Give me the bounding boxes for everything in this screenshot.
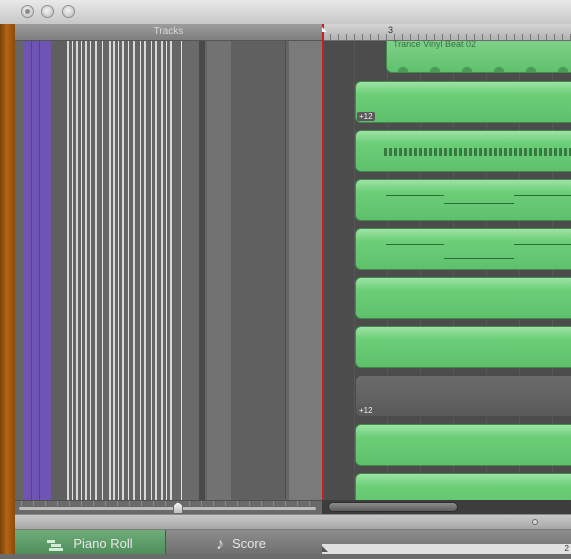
tab-score[interactable]: ♪ Score <box>166 530 316 554</box>
tab-score-label: Score <box>232 536 266 551</box>
track-column-selected[interactable] <box>23 41 51 514</box>
track-stripe <box>76 41 78 514</box>
region-3[interactable] <box>355 179 571 221</box>
region-2[interactable] <box>355 130 571 172</box>
track-stripe <box>151 41 152 514</box>
region-5[interactable] <box>355 277 571 319</box>
track-column[interactable] <box>183 41 199 514</box>
window-titlebar <box>0 0 571 25</box>
track-stripe <box>161 41 163 514</box>
track-stripe <box>144 41 146 514</box>
tracks-header: Tracks <box>15 24 322 41</box>
track-column-divider <box>199 41 205 514</box>
zoom-ticks <box>21 501 316 506</box>
ruler-bar-number: 3 <box>388 25 394 35</box>
timeline-area[interactable]: 3 Trance Vinyl Beat 02 +12 +12 <box>322 24 571 514</box>
playhead[interactable] <box>322 24 327 514</box>
region-1[interactable]: +12 <box>355 81 571 123</box>
region-4[interactable] <box>355 228 571 270</box>
track-stripe <box>102 41 103 514</box>
zoom-icon[interactable] <box>62 5 75 18</box>
track-stripe <box>95 41 97 514</box>
track-stripe <box>118 41 119 514</box>
region-note-line <box>514 244 571 245</box>
region-6[interactable] <box>355 326 571 368</box>
track-stripe <box>90 41 91 514</box>
tab-piano-roll[interactable]: Piano Roll <box>15 530 166 554</box>
window-wood-edge <box>0 24 15 554</box>
region-note-line <box>386 195 444 196</box>
editor-playhead-icon[interactable] <box>322 546 328 552</box>
minimize-icon[interactable] <box>41 5 54 18</box>
editor-ruler[interactable]: 2 <box>322 544 571 554</box>
region-7-empty[interactable]: +12 <box>355 375 571 417</box>
tab-piano-roll-label: Piano Roll <box>73 536 133 551</box>
track-stripe <box>72 41 73 514</box>
track-divider <box>39 41 40 514</box>
track-stripe <box>122 41 124 514</box>
tracks-panel: Tracks <box>15 24 322 514</box>
track-stripe <box>133 41 135 514</box>
region-transpose-badge: +12 <box>357 406 375 415</box>
track-stripe <box>128 41 129 514</box>
region-notes <box>384 148 571 156</box>
tracks-horizontal-scrollbar[interactable] <box>15 500 322 515</box>
close-icon[interactable] <box>21 5 34 18</box>
track-stripe <box>166 41 167 514</box>
region-note-line <box>386 244 444 245</box>
timeline-horizontal-scrollbar[interactable] <box>322 500 571 514</box>
loop-region-waveform <box>387 64 571 72</box>
track-column[interactable] <box>207 41 231 514</box>
region-note-line <box>444 258 514 259</box>
track-stripe <box>170 41 172 514</box>
loop-region-name: Trance Vinyl Beat 02 <box>393 39 477 49</box>
track-divider <box>31 41 32 514</box>
track-stripe <box>113 41 115 514</box>
track-stripe <box>85 41 87 514</box>
track-stripe <box>81 41 82 514</box>
track-divider <box>285 41 286 514</box>
track-stripe <box>140 41 141 514</box>
region-note-line <box>444 203 514 204</box>
region-note-line <box>514 195 571 196</box>
track-stripe <box>67 41 69 514</box>
piano-roll-icon <box>47 539 65 551</box>
track-stripe <box>155 41 157 514</box>
track-stripe <box>109 41 111 514</box>
track-column[interactable] <box>289 41 322 514</box>
zoom-slider-track[interactable] <box>19 507 316 510</box>
region-8[interactable] <box>355 424 571 466</box>
splitter-handle-icon[interactable] <box>532 519 538 525</box>
loop-region[interactable]: Trance Vinyl Beat 02 <box>386 39 571 73</box>
track-column[interactable] <box>231 41 285 514</box>
timeline-scroll-thumb[interactable] <box>328 502 458 512</box>
editor-splitter[interactable] <box>15 514 571 530</box>
editor-ruler-mark: 2 <box>564 544 569 553</box>
track-stripe <box>181 41 182 514</box>
music-note-icon: ♪ <box>216 535 225 553</box>
playhead-handle-icon[interactable] <box>322 26 327 32</box>
region-transpose-badge: +12 <box>357 112 375 121</box>
